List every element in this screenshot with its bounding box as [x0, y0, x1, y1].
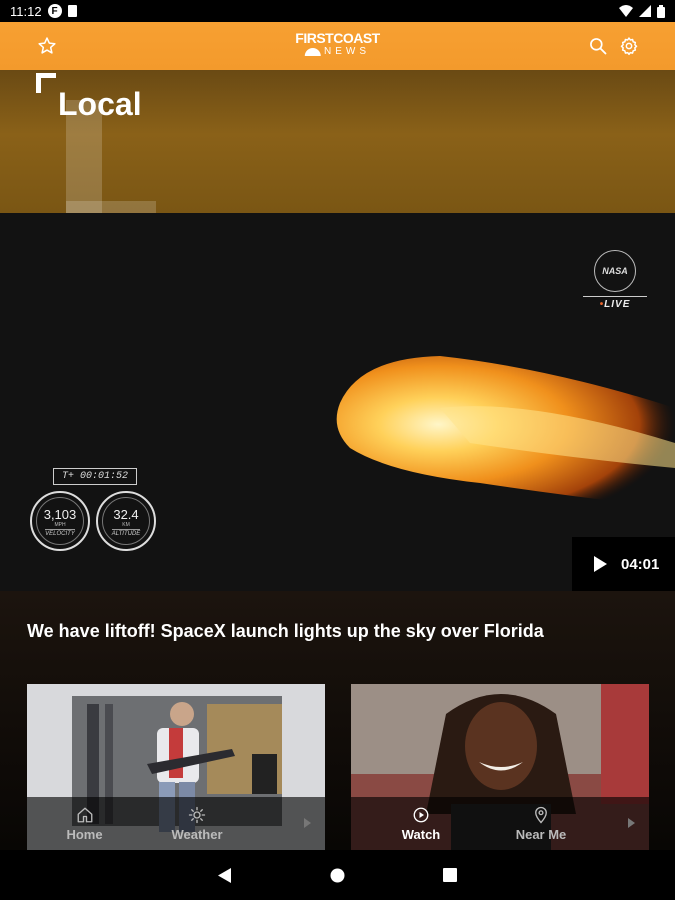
altitude-unit: KM	[122, 522, 130, 528]
velocity-label: VELOCITY	[45, 529, 75, 537]
play-icon	[594, 556, 607, 572]
peacock-icon	[304, 48, 321, 56]
nav-label-home: Home	[66, 826, 103, 842]
nasa-logo: NASA	[594, 250, 636, 292]
battery-icon	[657, 4, 665, 18]
home-icon	[77, 807, 92, 822]
nav-more-arrow-icon[interactable]	[628, 818, 635, 828]
nav-segment-right: Watch Near Me	[351, 797, 649, 850]
velocity-value: 3,103	[43, 507, 77, 522]
nav-item-near-me[interactable]: Near Me	[491, 797, 591, 850]
logo-bottom-text: NEWS	[323, 46, 370, 57]
nav-label-near-me: Near Me	[515, 826, 567, 842]
gear-icon	[620, 37, 638, 56]
story-headline[interactable]: We have liftoff! SpaceX launch lights up…	[27, 621, 544, 642]
star-icon	[38, 37, 56, 54]
home-circle-icon[interactable]	[330, 868, 345, 883]
nav-item-weather[interactable]: Weather	[142, 797, 252, 850]
app-bar: FIRSTCOAST NEWS	[0, 22, 675, 70]
system-navigation-bar	[0, 850, 675, 900]
favorites-button[interactable]	[35, 34, 59, 58]
velocity-gauge: 3,103 MPH VELOCITY	[30, 491, 90, 551]
video-duration: 04:01	[621, 555, 660, 573]
settings-button[interactable]	[617, 34, 641, 58]
section-bracket-accent	[36, 73, 56, 93]
play-circle-icon	[413, 807, 429, 822]
altitude-value: 32.4	[113, 507, 139, 522]
search-button[interactable]	[586, 34, 610, 58]
logo-top-text: FIRSTCOAST	[295, 30, 380, 46]
search-icon	[590, 38, 607, 55]
section-title: Local	[58, 86, 142, 122]
location-pin-icon	[535, 806, 547, 824]
sun-icon	[188, 806, 206, 823]
nav-more-arrow-icon[interactable]	[304, 818, 311, 828]
notification-document-icon	[67, 5, 77, 17]
nav-label-weather: Weather	[171, 826, 223, 842]
status-bar: 11:12 F	[0, 0, 675, 22]
back-icon[interactable]	[218, 868, 232, 883]
nav-label-watch: Watch	[401, 826, 441, 842]
mission-timer: T+ 00:01:52	[53, 468, 137, 485]
nav-segment-left: Home Weather	[27, 797, 325, 850]
altitude-label: ALTITUDE	[111, 529, 141, 537]
logo-bottom-row: NEWS	[295, 47, 379, 57]
bottom-navigation: Home Weather Watch Near Me	[27, 797, 649, 850]
nav-item-home[interactable]: Home	[27, 797, 142, 850]
recents-icon[interactable]	[443, 868, 457, 882]
live-label: •LIVE	[599, 299, 631, 310]
nasa-live-badge: NASA •LIVE	[583, 250, 647, 310]
notification-app-icon: F	[47, 4, 62, 18]
wifi-icon	[619, 5, 633, 17]
nav-item-watch[interactable]: Watch	[351, 797, 491, 850]
status-time: 11:12	[10, 3, 42, 19]
rocket-plume-image	[336, 356, 675, 508]
play-duration-button[interactable]: 04:01	[572, 537, 675, 591]
signal-icon	[639, 5, 651, 17]
altitude-gauge: 32.4 KM ALTITUDE	[96, 491, 156, 551]
velocity-unit: MPH	[54, 522, 66, 528]
first-coast-news-logo[interactable]: FIRSTCOAST NEWS	[295, 30, 380, 57]
